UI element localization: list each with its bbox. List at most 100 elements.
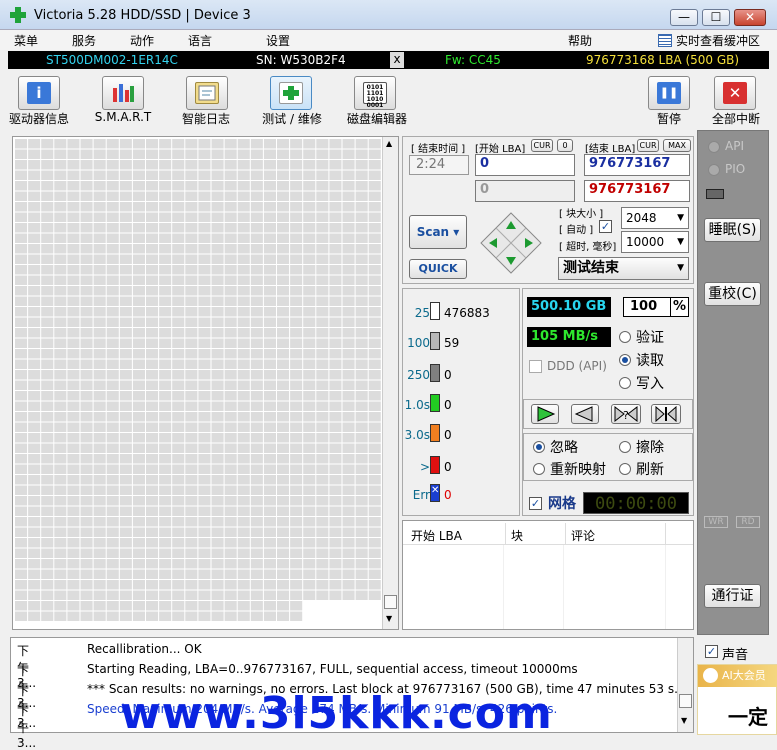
chevron-down-icon: ▼ xyxy=(677,263,684,273)
end-max-button[interactable]: MAX xyxy=(663,139,691,152)
legend-label: 25 xyxy=(414,306,430,320)
smart-log-button[interactable] xyxy=(186,76,228,110)
skip-back-button[interactable]: ? xyxy=(611,404,641,424)
grid-scrollbar[interactable]: ▲ ▼ xyxy=(382,137,398,629)
legend-count: 0 xyxy=(444,428,452,442)
table-header: 开始 LBA 块 评论 xyxy=(403,523,693,545)
table-header-start-lba[interactable]: 开始 LBA xyxy=(411,527,462,544)
ddd-checkbox[interactable] xyxy=(529,360,542,373)
menu-item-language[interactable]: 语言 xyxy=(188,32,212,49)
ddd-label: DDD (API) xyxy=(547,359,607,373)
rewind-button[interactable] xyxy=(571,404,599,424)
sound-checkbox[interactable]: ✓ xyxy=(705,645,718,658)
pio-radio[interactable] xyxy=(708,164,720,176)
grid-checkbox[interactable]: ✓ xyxy=(529,497,542,510)
speed-display: 105 MB/s xyxy=(527,327,611,347)
passport-button[interactable]: 通行证 xyxy=(704,584,761,608)
start-lba-label: [开始 LBA] xyxy=(475,144,526,155)
play-button[interactable] xyxy=(531,404,559,424)
minimize-button[interactable]: — xyxy=(670,9,698,26)
log-scroll-thumb[interactable] xyxy=(679,694,692,708)
table-header-comment[interactable]: 评论 xyxy=(571,527,595,544)
notebook-icon xyxy=(195,82,219,104)
ignore-radio[interactable] xyxy=(533,441,545,453)
menu-item-settings[interactable]: 设置 xyxy=(266,32,290,49)
refresh-radio[interactable] xyxy=(619,463,631,475)
menu-item-main[interactable]: 菜单 xyxy=(14,32,38,49)
start-cur-button[interactable]: CUR xyxy=(531,139,553,152)
medkit-icon xyxy=(279,82,303,104)
scroll-thumb[interactable] xyxy=(384,595,397,609)
test-repair-label: 测试 / 维修 xyxy=(262,112,322,126)
direction-pad[interactable] xyxy=(479,211,543,275)
end-lba-readonly: 976773167 xyxy=(584,180,690,202)
pause-label: 暂停 xyxy=(656,112,681,126)
start-lba-field[interactable]: 0 xyxy=(475,154,575,176)
recalibrate-button[interactable]: 重校(C) xyxy=(704,282,761,306)
end-lba-label: [结束 LBA] xyxy=(585,144,636,155)
ad-popup[interactable]: AI大会员 一定 xyxy=(697,664,777,735)
end-time-field[interactable]: 2:24 xyxy=(409,155,469,175)
scan-settings-panel: [ 结束时间 ] 2:24 [开始 LBA] CUR 0 [结束 LBA] CU… xyxy=(402,136,694,284)
close-drive-icon[interactable]: x xyxy=(390,52,404,68)
percent-sign: % xyxy=(670,298,686,316)
stats-panel: 500.10 GB 100% 105 MB/s 验证 DDD (API) 读取 … xyxy=(522,288,694,516)
read-radio[interactable] xyxy=(619,354,631,366)
smart-label: S.M.A.R.T xyxy=(94,110,152,124)
menu-item-action[interactable]: 动作 xyxy=(130,32,154,49)
legend-count: 476883 xyxy=(444,306,490,320)
scroll-down-icon[interactable]: ▼ xyxy=(681,716,687,725)
quick-button[interactable]: QUICK xyxy=(409,259,467,279)
verify-radio[interactable] xyxy=(619,331,631,343)
wr-indicator: WR xyxy=(704,516,728,528)
menu-item-live-buffer[interactable]: 实时查看缓冲区 xyxy=(676,32,760,49)
api-radio[interactable] xyxy=(708,141,720,153)
menu-item-help[interactable]: 帮助 xyxy=(568,32,592,49)
test-repair-button[interactable] xyxy=(270,76,312,110)
timeout-select[interactable]: 10000 ▼ xyxy=(621,231,689,253)
smart-button[interactable] xyxy=(102,76,144,110)
legend-count: 59 xyxy=(444,336,460,350)
auto-checkbox[interactable]: ✓ xyxy=(599,220,612,233)
block-size-select[interactable]: 2048 ▼ xyxy=(621,207,689,229)
close-button[interactable]: ✕ xyxy=(734,9,766,26)
disk-editor-button[interactable]: 0101 1101 1010 0001 xyxy=(354,76,396,110)
scan-grid xyxy=(15,139,381,621)
write-radio[interactable] xyxy=(619,377,631,389)
end-lba-field[interactable]: 976773167 xyxy=(584,154,690,176)
scroll-down-icon[interactable]: ▼ xyxy=(386,614,392,623)
pause-icon: ❚❚ xyxy=(657,82,681,104)
maximize-button[interactable]: ☐ xyxy=(702,9,730,26)
buffer-icon xyxy=(658,34,672,47)
table-header-block[interactable]: 块 xyxy=(511,527,523,544)
drive-info-button[interactable]: i xyxy=(18,76,60,110)
legend-swatch xyxy=(430,364,440,382)
sound-label: 声音 xyxy=(722,648,749,663)
abort-all-button[interactable]: ✕ xyxy=(714,76,756,110)
sleep-button[interactable]: 睡眠(S) xyxy=(704,218,761,242)
skip-end-button[interactable] xyxy=(651,404,681,424)
start-zero-button[interactable]: 0 xyxy=(557,139,573,152)
drive-serial: SN: W530B2F4 xyxy=(256,53,346,67)
ad-popup-text: 一定 xyxy=(728,705,768,729)
drive-info-bar: ST500DM002-1ER14C SN: W530B2F4 x Fw: CC4… xyxy=(8,51,769,69)
erase-radio[interactable] xyxy=(619,441,631,453)
chevron-down-icon: ▼ xyxy=(677,213,684,223)
scan-button[interactable]: Scan ▾ xyxy=(409,215,467,249)
menu-item-service[interactable]: 服务 xyxy=(72,32,96,49)
end-cur-button[interactable]: CUR xyxy=(637,139,659,152)
action-group xyxy=(523,433,693,481)
legend-swatch xyxy=(430,456,440,474)
remap-radio[interactable] xyxy=(533,463,545,475)
scroll-up-icon[interactable]: ▲ xyxy=(386,139,392,148)
block-size-value: 2048 xyxy=(626,211,657,225)
right-panel: API PIO xyxy=(697,130,769,635)
api-label: API xyxy=(725,139,744,153)
chevron-down-icon: ▼ xyxy=(677,237,684,247)
status-select[interactable]: 测试结束 ▼ xyxy=(558,257,689,280)
legend-count: 0 xyxy=(444,460,452,474)
pause-button[interactable]: ❚❚ xyxy=(648,76,690,110)
legend-count: 0 xyxy=(444,398,452,412)
legend-swatch: ✕ xyxy=(430,484,440,502)
log-scrollbar[interactable]: ▼ xyxy=(677,638,693,732)
